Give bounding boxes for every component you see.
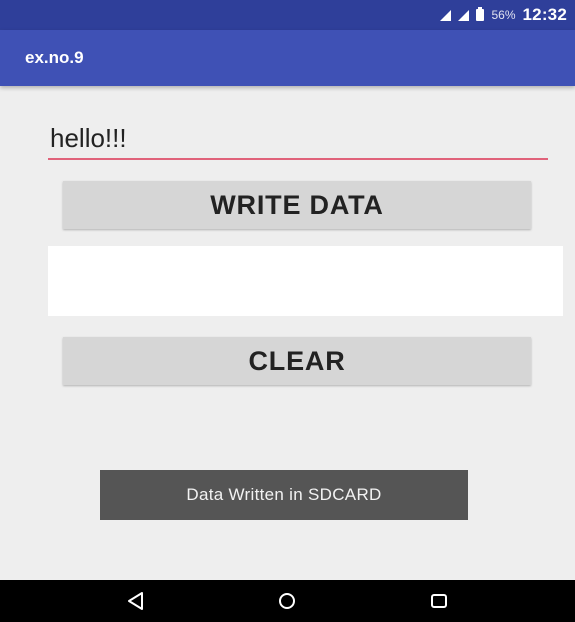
- back-button[interactable]: [116, 586, 156, 616]
- clear-button[interactable]: CLEAR: [63, 337, 531, 385]
- text-input[interactable]: [48, 118, 548, 160]
- toast-message: Data Written in SDCARD: [100, 470, 468, 520]
- battery-percent: 56%: [491, 8, 516, 22]
- back-icon: [127, 592, 143, 610]
- home-button[interactable]: [267, 586, 307, 616]
- signal-icon: [440, 9, 452, 21]
- navigation-bar: [0, 580, 575, 622]
- app-bar: ex.no.9: [0, 30, 575, 86]
- status-clock: 12:32: [522, 5, 567, 24]
- toast-text: Data Written in SDCARD: [186, 485, 382, 504]
- read-data-field[interactable]: [48, 246, 563, 316]
- signal-icon: [458, 9, 470, 21]
- status-icons: 56% 12:32: [440, 5, 567, 25]
- app-title: ex.no.9: [25, 48, 84, 67]
- recents-icon: [431, 594, 448, 608]
- home-icon: [279, 593, 296, 609]
- battery-icon: [476, 7, 485, 21]
- status-bar: 56% 12:32: [0, 0, 575, 30]
- recents-button[interactable]: [419, 586, 459, 616]
- write-data-button[interactable]: WRITE DATA: [63, 181, 531, 229]
